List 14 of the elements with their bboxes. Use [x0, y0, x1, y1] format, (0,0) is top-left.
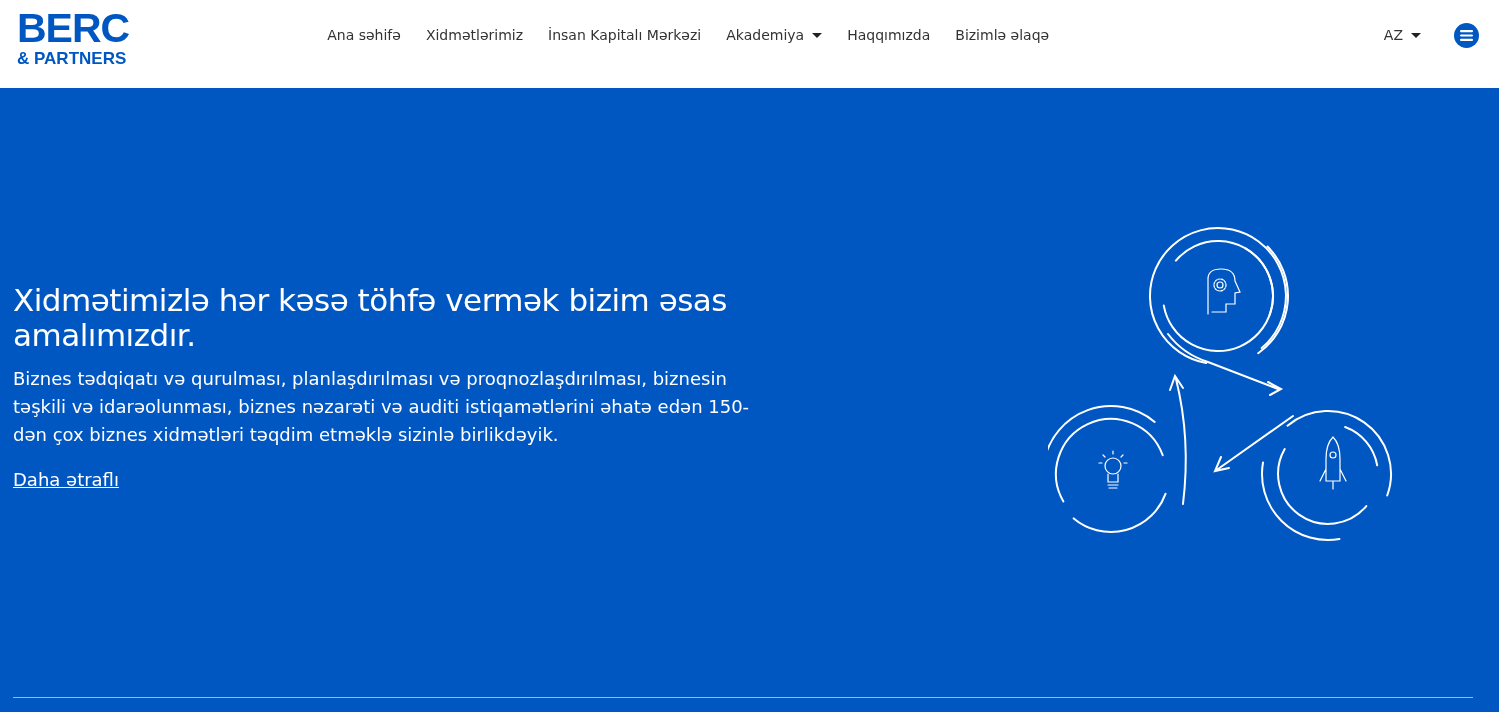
company-logo[interactable]: BERC & PARTNERS: [17, 7, 130, 67]
menu-icon: [1460, 29, 1473, 41]
read-more-link[interactable]: Daha ətraflı: [13, 469, 119, 490]
nav-link[interactable]: Bizimlə əlaqə: [955, 27, 1050, 43]
hero-description: Biznes tədqiqatı və qurulması, planlaşdırılması və proqnozlaşdırılması, biznesin təşkili və idarəolunması, biznes nəzarəti və auditi istiqamətlərini əhatə edən 150-dən çox biznes xidmətləri təqdim etməklə sizinlə birlikdəyik.: [13, 367, 751, 447]
nav-link[interactable]: Haqqımızda: [847, 27, 931, 43]
language-selector[interactable]: AZ: [1383, 27, 1421, 43]
nav-link[interactable]: İnsan Kapitalı Mərkəzi: [548, 27, 702, 43]
hero-title: Xidmətimizlə hər kəsə töhfə vermək bizim əsas amalımızdır.: [13, 283, 728, 353]
nav-link[interactable]: Xidmətlərimiz: [425, 27, 524, 43]
nav-link[interactable]: Akademiya: [726, 27, 823, 43]
menu-button[interactable]: [1454, 22, 1479, 48]
nav-link[interactable]: Ana səhifə: [327, 27, 401, 43]
caret-icon: [1411, 32, 1421, 38]
